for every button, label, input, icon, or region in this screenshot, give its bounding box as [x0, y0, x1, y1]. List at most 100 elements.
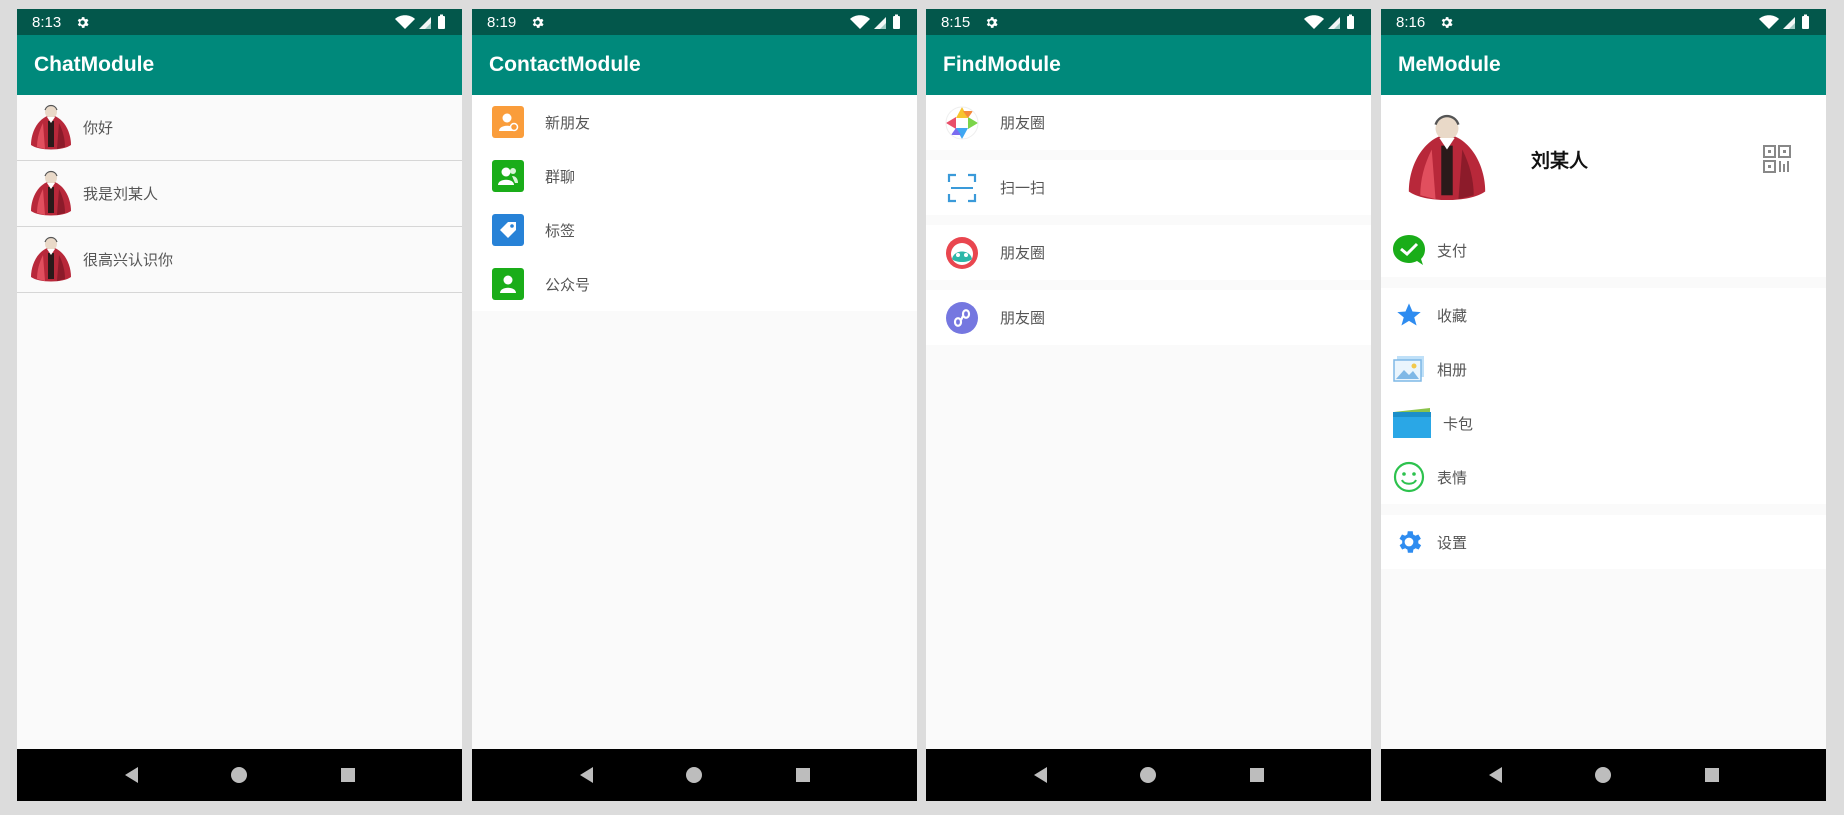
back-icon[interactable]	[1032, 766, 1048, 784]
find-list: 朋友圈 扫一扫 朋友圈 朋友圈	[926, 95, 1371, 749]
home-icon[interactable]	[1594, 766, 1612, 784]
card-wallet-icon	[1392, 406, 1432, 440]
status-time: 8:13	[32, 13, 62, 31]
wechat-pay-icon	[1392, 233, 1426, 267]
contact-item-label: 新朋友	[545, 113, 591, 132]
back-icon[interactable]	[578, 766, 594, 784]
find-item-games[interactable]: 朋友圈	[926, 225, 1371, 280]
me-item-favorites[interactable]: 收藏	[1381, 288, 1826, 342]
chat-message-text: 你好	[83, 119, 114, 137]
settings-icon	[1392, 525, 1426, 559]
photo-album-icon	[1392, 352, 1426, 386]
chat-message-text: 我是刘某人	[83, 185, 159, 203]
recents-icon[interactable]	[795, 767, 811, 783]
find-item-mini-programs[interactable]: 朋友圈	[926, 290, 1371, 345]
contact-item-tags[interactable]: 标签	[472, 203, 917, 257]
find-item-label: 朋友圈	[1000, 244, 1046, 262]
contact-item-group-chat[interactable]: 群聊	[472, 149, 917, 203]
home-icon[interactable]	[1139, 766, 1157, 784]
home-icon[interactable]	[230, 766, 248, 784]
signal-battery-icons	[849, 14, 903, 30]
recents-icon[interactable]	[1704, 767, 1720, 783]
chat-list-item[interactable]: 很高兴认识你	[17, 227, 462, 293]
me-item-stickers[interactable]: 表情	[1381, 450, 1826, 504]
find-item-scan[interactable]: 扫一扫	[926, 160, 1371, 215]
settings-status-icon	[75, 15, 90, 30]
chat-list-item[interactable]: 你好	[17, 95, 462, 161]
status-bar: 8:13	[17, 9, 462, 35]
signal-battery-icons	[1758, 14, 1812, 30]
contact-item-label: 标签	[545, 221, 576, 240]
me-item-cards[interactable]: 卡包	[1381, 396, 1826, 450]
group-chat-icon	[492, 160, 524, 192]
back-icon[interactable]	[1487, 766, 1503, 784]
app-bar-title: ChatModule	[17, 35, 462, 95]
me-item-album[interactable]: 相册	[1381, 342, 1826, 396]
contact-item-label: 群聊	[545, 167, 576, 186]
nav-bar	[926, 749, 1371, 801]
settings-status-icon	[984, 15, 999, 30]
status-bar: 8:15	[926, 9, 1371, 35]
find-item-moments[interactable]: 朋友圈	[926, 95, 1371, 150]
status-time: 8:19	[487, 13, 517, 31]
contact-list: 新朋友 群聊 标签 公众号	[472, 95, 917, 749]
me-item-pay[interactable]: 支付	[1381, 223, 1826, 277]
me-item-label: 表情	[1437, 468, 1468, 487]
contact-item-new-friends[interactable]: 新朋友	[472, 95, 917, 149]
game-icon	[946, 236, 978, 269]
app-bar-title: FindModule	[926, 35, 1371, 95]
avatar	[29, 235, 73, 285]
scan-icon	[947, 173, 977, 202]
nav-bar	[472, 749, 917, 801]
moments-icon	[945, 106, 979, 139]
contact-item-official-accounts[interactable]: 公众号	[472, 257, 917, 311]
avatar	[1405, 111, 1489, 207]
app-bar-title: MeModule	[1381, 35, 1826, 95]
status-bar: 8:19	[472, 9, 917, 35]
qr-code-icon[interactable]	[1762, 144, 1792, 174]
me-item-label: 收藏	[1437, 306, 1468, 325]
contact-item-label: 公众号	[545, 275, 591, 294]
chat-list: 你好 我是刘某人 很高兴认识你	[17, 95, 462, 749]
back-icon[interactable]	[123, 766, 139, 784]
settings-status-icon	[530, 15, 545, 30]
contact-screen: 8:19 ContactModule 新朋友 群聊 标签 公众号	[472, 9, 917, 801]
mini-program-icon	[946, 301, 978, 334]
signal-battery-icons	[394, 14, 448, 30]
new-friend-icon	[492, 106, 524, 138]
status-time: 8:16	[1396, 13, 1426, 31]
nav-bar	[1381, 749, 1826, 801]
star-icon	[1392, 298, 1426, 332]
signal-battery-icons	[1303, 14, 1357, 30]
emoji-icon	[1392, 460, 1426, 494]
me-item-label: 支付	[1437, 241, 1468, 260]
avatar	[29, 103, 73, 153]
me-item-settings[interactable]: 设置	[1381, 515, 1826, 569]
app-bar-title: ContactModule	[472, 35, 917, 95]
chat-screen: 8:13 ChatModule 你好 我是刘某人 很高兴认识你	[17, 9, 462, 801]
recents-icon[interactable]	[1249, 767, 1265, 783]
find-item-label: 朋友圈	[1000, 114, 1046, 132]
tag-icon	[492, 214, 524, 246]
chat-list-item[interactable]: 我是刘某人	[17, 161, 462, 227]
status-bar: 8:16	[1381, 9, 1826, 35]
me-list: 刘某人 支付 收藏 相册 卡包 表情 设置	[1381, 95, 1826, 749]
profile-card[interactable]: 刘某人	[1381, 95, 1826, 223]
settings-status-icon	[1439, 15, 1454, 30]
recents-icon[interactable]	[340, 767, 356, 783]
official-account-icon	[492, 268, 524, 300]
nav-bar	[17, 749, 462, 801]
profile-name: 刘某人	[1531, 149, 1589, 172]
avatar	[29, 169, 73, 219]
me-item-label: 卡包	[1443, 414, 1474, 433]
status-time: 8:15	[941, 13, 971, 31]
chat-message-text: 很高兴认识你	[83, 251, 174, 269]
find-screen: 8:15 FindModule 朋友圈 扫一扫 朋友圈 朋友圈	[926, 9, 1371, 801]
me-screen: 8:16 MeModule 刘某人 支付 收藏 相册 卡包 表情 设置	[1381, 9, 1826, 801]
me-item-label: 设置	[1437, 533, 1468, 552]
me-item-label: 相册	[1437, 360, 1468, 379]
home-icon[interactable]	[685, 766, 703, 784]
find-item-label: 扫一扫	[1000, 179, 1046, 197]
